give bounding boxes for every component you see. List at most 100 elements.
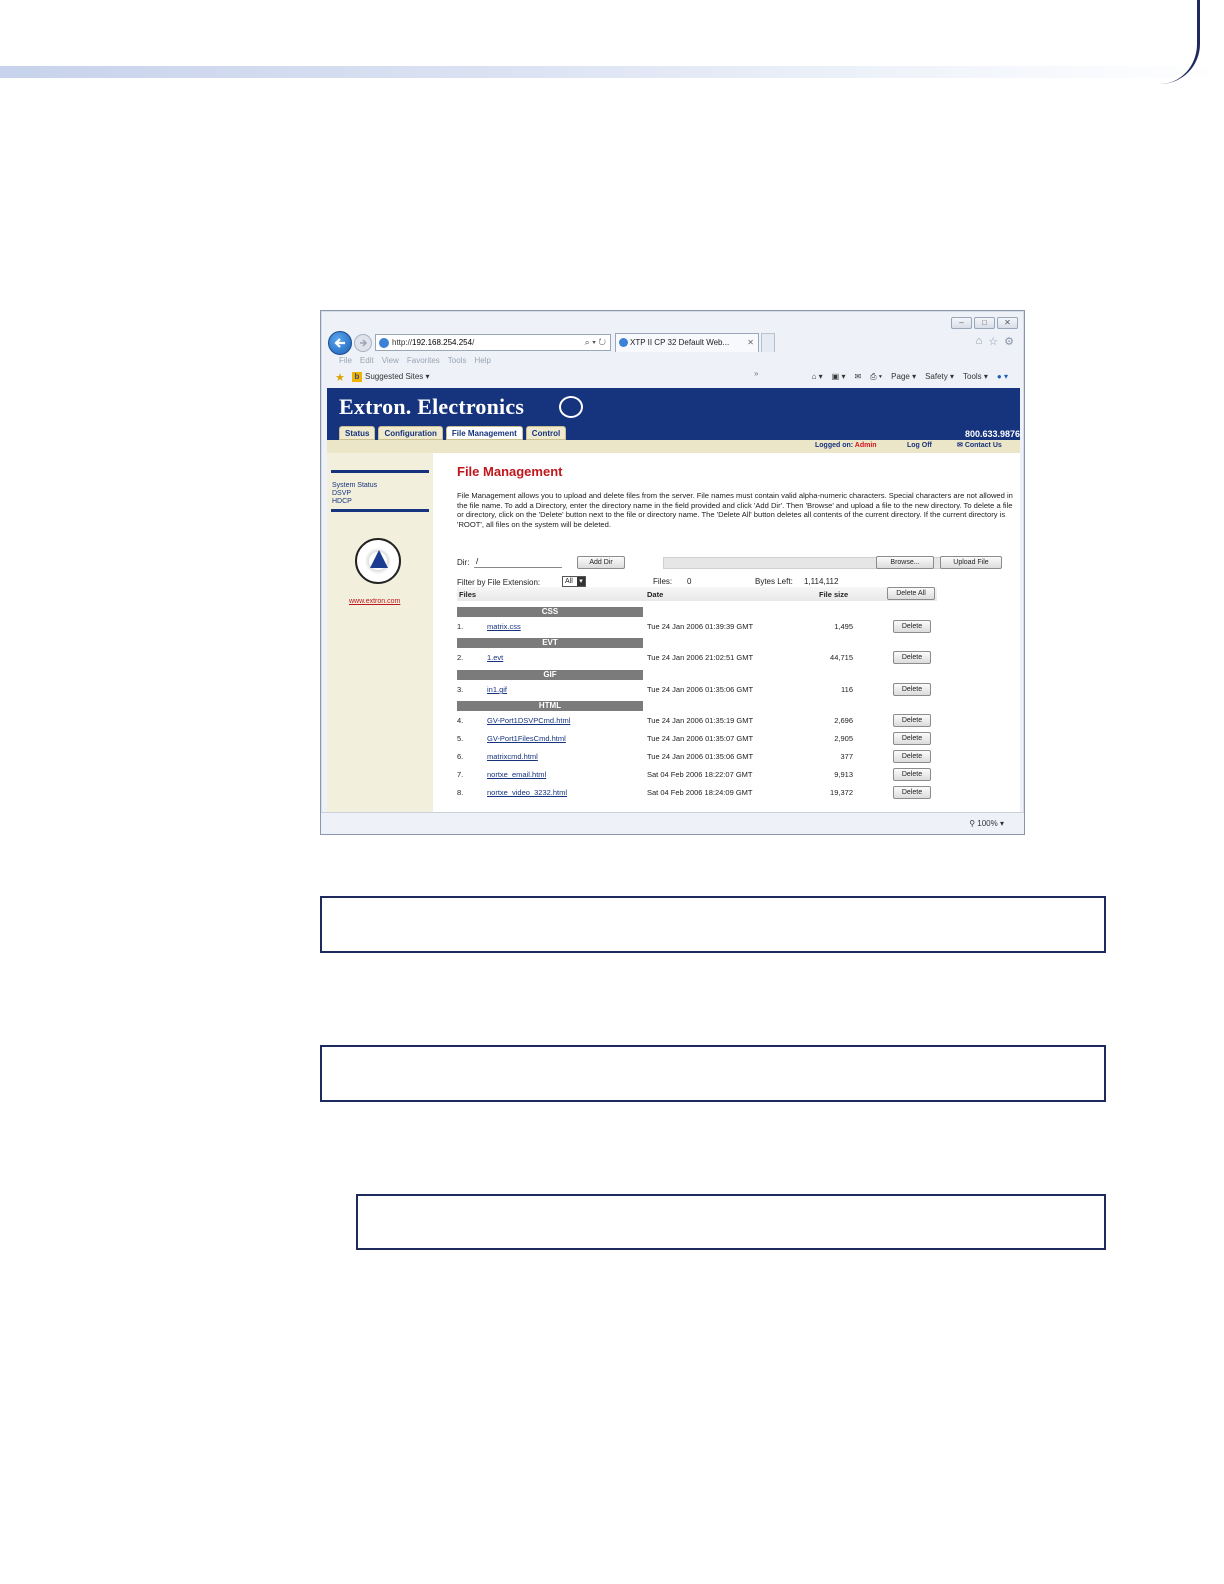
file-link[interactable]: GV-Port1DSVPCmd.html	[487, 716, 570, 725]
directory-row: Dir: Add Dir Browse... Upload File	[457, 556, 1017, 572]
tools-menu[interactable]: Tools ▾	[963, 372, 988, 382]
tab-status[interactable]: Status	[339, 426, 376, 440]
favorites-star-icon[interactable]: ★	[335, 371, 345, 384]
address-suffix: /	[472, 338, 475, 347]
file-link[interactable]: matrixcmd.html	[487, 752, 538, 761]
settings-gear-icon[interactable]: ⚙	[1004, 335, 1014, 348]
address-bar[interactable]: http://192.168.254.254/ ⌕ ▾ ↻	[375, 334, 611, 351]
upload-file-button[interactable]: Upload File	[940, 556, 1002, 569]
phone-number: 800.633.9876	[964, 429, 1020, 439]
delete-button[interactable]: Delete	[893, 732, 931, 745]
contact-us-link[interactable]: ✉ Contact Us	[957, 441, 1002, 449]
forward-button[interactable]	[354, 334, 372, 352]
browse-button[interactable]: Browse...	[876, 556, 934, 569]
help-icon[interactable]: ● ▾	[997, 372, 1008, 382]
file-number: 4.	[457, 716, 464, 725]
file-link[interactable]: GV-Port1FilesCmd.html	[487, 734, 566, 743]
sidebar: System Status DSVP HDCP www.extron.com	[327, 453, 433, 812]
back-button[interactable]	[328, 331, 352, 355]
tab-configuration[interactable]: Configuration	[378, 426, 443, 440]
mail-icon[interactable]: ✉	[854, 372, 861, 382]
envelope-icon: ✉	[957, 442, 963, 449]
zoom-control[interactable]: ⚲ 100% ▾	[969, 819, 1004, 828]
tab-close-icon[interactable]: ✕	[747, 334, 754, 351]
seal-triangle-icon	[370, 550, 388, 568]
login-bar: Logged on: Admin Log Off ✉ Contact Us	[327, 440, 1020, 453]
window-controls: – □ ✕	[951, 317, 1018, 329]
menu-edit[interactable]: Edit	[360, 356, 374, 365]
note-box-3	[356, 1194, 1106, 1250]
files-count-label: Files:	[653, 577, 673, 586]
site-banner: Extron. Electronics Status Configuration…	[327, 388, 1020, 440]
page-menu[interactable]: Page ▾	[891, 372, 916, 382]
group-evt: EVT	[457, 638, 643, 648]
sidebar-item-dsvp[interactable]: DSVP	[332, 490, 377, 498]
file-size: 2,696	[834, 716, 853, 725]
contact-us-label: Contact Us	[964, 442, 1002, 449]
maximize-button[interactable]: □	[974, 317, 995, 329]
service-seal-icon	[355, 538, 401, 584]
print-icon[interactable]: ⎙ ▾	[870, 372, 882, 382]
tab-control[interactable]: Control	[525, 426, 567, 440]
home-menu-icon[interactable]: ⌂ ▾	[812, 372, 823, 382]
favorites-star-icon[interactable]: ☆	[988, 335, 998, 348]
log-off-link[interactable]: Log Off	[907, 442, 932, 449]
delete-button[interactable]: Delete	[893, 750, 931, 763]
menu-file[interactable]: File	[339, 356, 352, 365]
delete-button[interactable]: Delete	[893, 651, 931, 664]
browser-title-bar: – □ ✕ http://192.168.254.254/ ⌕ ▾ ↻ XTP …	[321, 311, 1024, 357]
bytes-left-value: 1,114,112	[804, 577, 839, 586]
bytes-left-label: Bytes Left:	[755, 577, 793, 586]
delete-all-button[interactable]: Delete All	[887, 587, 935, 600]
chevron-icon[interactable]: »	[754, 369, 758, 378]
menu-help[interactable]: Help	[474, 356, 490, 365]
file-link[interactable]: nortxe_video_3232.html	[487, 788, 567, 797]
extron-url-link[interactable]: www.extron.com	[349, 598, 400, 605]
delete-button[interactable]: Delete	[893, 714, 931, 727]
file-size: 44,715	[830, 653, 853, 662]
menu-tools[interactable]: Tools	[448, 356, 467, 365]
delete-button[interactable]: Delete	[893, 683, 931, 696]
delete-button[interactable]: Delete	[893, 768, 931, 781]
feeds-icon[interactable]: ▣ ▾	[832, 372, 846, 382]
menu-favorites[interactable]: Favorites	[407, 356, 440, 365]
delete-button[interactable]: Delete	[893, 620, 931, 633]
page-title: File Management	[457, 464, 563, 479]
logged-on-user: Admin	[854, 442, 877, 449]
extron-globe-icon	[559, 396, 583, 418]
table-row: 8. nortxe_video_3232.html Sat 04 Feb 200…	[457, 785, 1017, 799]
bing-icon: b	[352, 372, 362, 382]
browser-tab[interactable]: XTP II CP 32 Default Web... ✕	[615, 333, 759, 352]
browser-right-icons: ⌂ ☆ ⚙	[976, 335, 1014, 348]
search-refresh-icons[interactable]: ⌕ ▾ ↻	[585, 335, 606, 350]
file-link[interactable]: nortxe_email.html	[487, 770, 546, 779]
file-link[interactable]: 1.evt	[487, 653, 503, 662]
close-button[interactable]: ✕	[997, 317, 1018, 329]
extron-logo: Extron. Electronics	[339, 394, 525, 419]
sidebar-item-hdcp[interactable]: HDCP	[332, 498, 377, 506]
suggested-sites-link[interactable]: b Suggested Sites ▾	[352, 372, 430, 382]
table-row: 5. GV-Port1FilesCmd.html Tue 24 Jan 2006…	[457, 731, 1017, 745]
tab-file-management[interactable]: File Management	[445, 426, 523, 440]
menu-view[interactable]: View	[382, 356, 399, 365]
add-dir-button[interactable]: Add Dir	[577, 556, 625, 569]
file-size: 377	[840, 752, 853, 761]
note-box-1	[320, 896, 1106, 953]
file-link[interactable]: matrix.css	[487, 622, 521, 631]
filter-select[interactable]: All	[562, 576, 586, 587]
tab-page-icon	[619, 338, 628, 347]
new-tab-button[interactable]	[761, 333, 775, 352]
group-css: CSS	[457, 607, 643, 617]
dir-label: Dir:	[457, 558, 470, 567]
minimize-button[interactable]: –	[951, 317, 972, 329]
file-number: 1.	[457, 622, 464, 631]
home-icon[interactable]: ⌂	[976, 335, 983, 348]
file-link[interactable]: in1.gif	[487, 685, 507, 694]
dir-input[interactable]	[474, 556, 562, 568]
suggested-sites-label: Suggested Sites ▾	[365, 372, 430, 381]
sidebar-item-system-status[interactable]: System Status	[332, 482, 377, 490]
delete-button[interactable]: Delete	[893, 786, 931, 799]
safety-menu[interactable]: Safety ▾	[925, 372, 954, 382]
col-date: Date	[647, 590, 664, 599]
group-html: HTML	[457, 701, 643, 711]
